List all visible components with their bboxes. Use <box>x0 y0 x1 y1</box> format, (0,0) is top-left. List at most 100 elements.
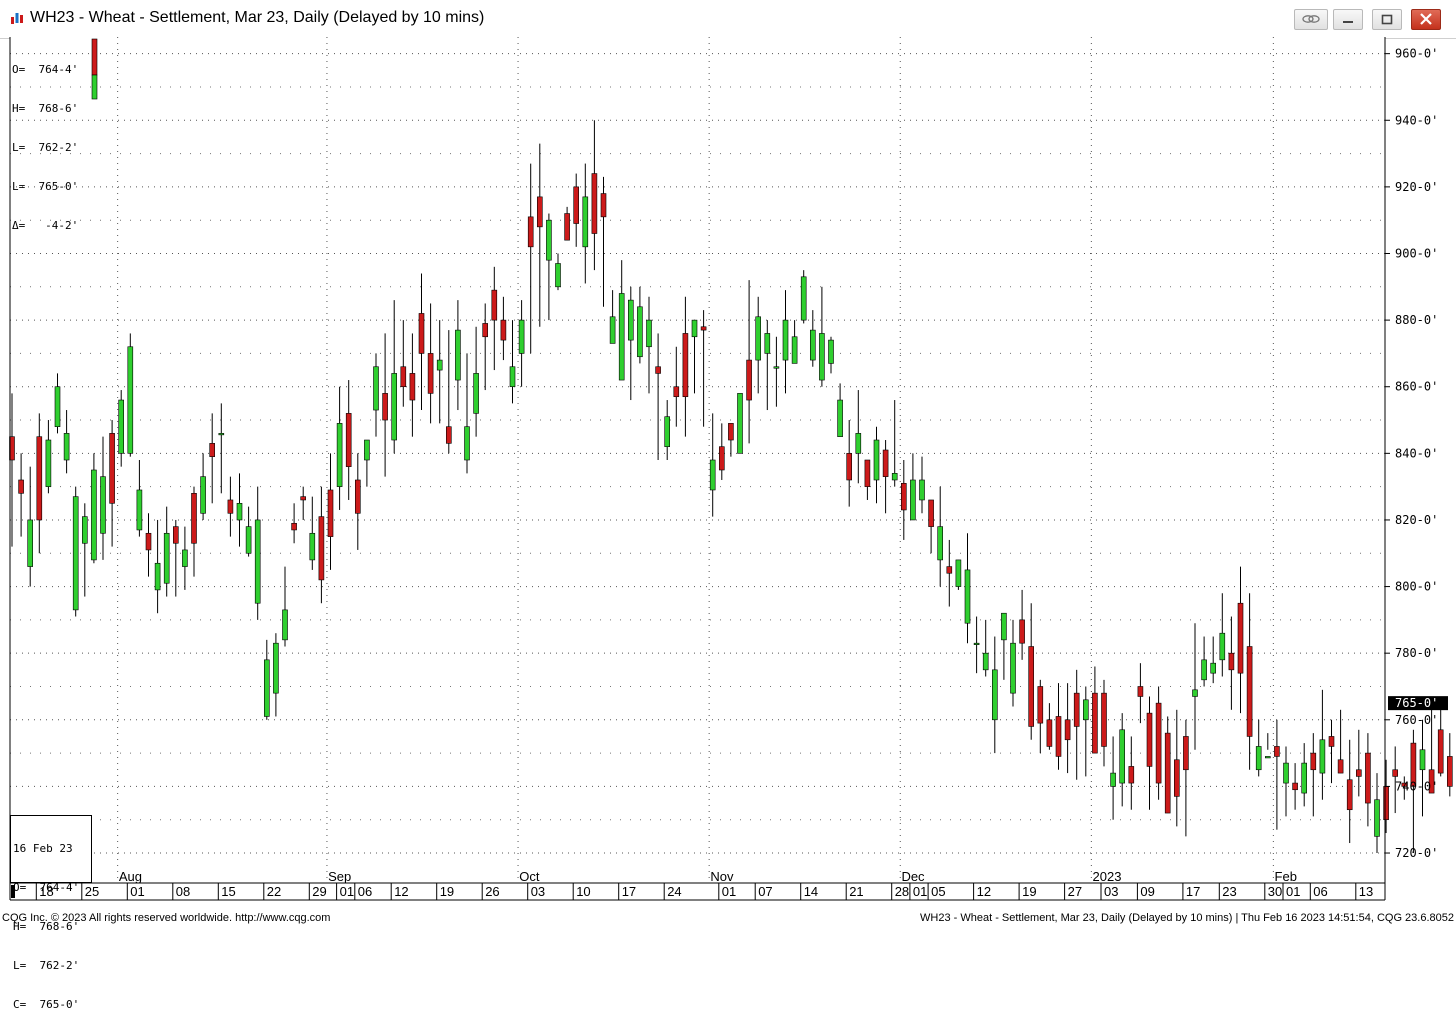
candle-body <box>609 316 616 344</box>
x-tick-label: 12 <box>394 884 408 899</box>
candle-body <box>891 473 898 481</box>
candle-body <box>1328 736 1335 747</box>
candle-body <box>373 366 379 411</box>
candle-body <box>91 469 97 561</box>
candle-body <box>1155 702 1162 784</box>
y-tick-label: 840-0' <box>1395 446 1438 460</box>
bar-close: C= 765-0' <box>13 998 80 1011</box>
candle-body <box>400 366 407 388</box>
x-tick-label: 24 <box>667 884 681 899</box>
candle-body <box>45 439 52 487</box>
candle-body <box>1192 689 1198 697</box>
candle-body <box>1110 772 1116 787</box>
x-month-label: Oct <box>519 869 540 884</box>
candle-body <box>864 459 871 487</box>
candle-body <box>1337 759 1344 774</box>
x-tick-label: 10 <box>576 884 590 899</box>
x-tick-label: 29 <box>312 884 326 899</box>
candle <box>127 333 134 457</box>
candle-body <box>564 213 570 241</box>
last-price-label: 765-0' <box>1395 696 1438 710</box>
candle-body <box>882 449 889 477</box>
candle-body <box>1019 619 1025 644</box>
candle <box>1155 686 1162 800</box>
candle <box>1437 709 1444 777</box>
candle-body <box>1001 612 1007 641</box>
candle-body <box>109 433 115 504</box>
candle-body <box>1265 756 1271 759</box>
candle-body <box>1365 752 1371 804</box>
candle-body <box>118 399 124 454</box>
candle-body <box>573 186 580 224</box>
y-tick-label: 920-0' <box>1395 180 1438 194</box>
candle-body <box>245 526 252 554</box>
candle-body <box>555 263 561 288</box>
candle-body <box>72 496 79 611</box>
x-tick-label: 26 <box>485 884 499 899</box>
change-readout: Δ= -4-2' <box>12 219 79 232</box>
candle-body <box>964 569 971 624</box>
candle-body <box>254 519 261 604</box>
candle-body <box>1174 759 1180 797</box>
candle-body <box>82 516 88 544</box>
y-tick-label: 760-0' <box>1395 713 1438 727</box>
bar-open: O= 764-4' <box>13 881 80 894</box>
candle-body <box>791 336 798 364</box>
candle-body <box>937 526 944 561</box>
plot-area <box>10 37 1385 883</box>
x-tick-label: 19 <box>440 884 454 899</box>
candle-body <box>1356 769 1362 777</box>
x-tick-label: 09 <box>1140 884 1154 899</box>
candle-body <box>473 373 479 414</box>
candle-body <box>919 479 925 501</box>
candle-body <box>263 659 270 717</box>
candle-body <box>700 326 707 331</box>
candle <box>955 559 962 590</box>
y-tick-label: 800-0' <box>1395 580 1438 594</box>
candle-body <box>191 493 197 544</box>
candle-body <box>800 276 807 321</box>
candle-body <box>18 479 24 494</box>
candle-body <box>746 359 752 401</box>
x-tick-label: 01 <box>913 884 927 899</box>
y-tick-label: 720-0' <box>1395 846 1438 860</box>
candle-body <box>1092 692 1098 754</box>
candle-body <box>627 299 634 341</box>
candle-body <box>145 532 152 551</box>
x-tick-label: 27 <box>1068 884 1082 899</box>
x-tick-label: 13 <box>1359 884 1373 899</box>
candle-body <box>1210 662 1216 674</box>
candle-body <box>910 479 916 521</box>
x-tick-label: 03 <box>1104 884 1118 899</box>
candle-body <box>455 329 461 381</box>
candle-body <box>418 313 425 354</box>
candle-body <box>509 366 516 388</box>
candle-body <box>1219 632 1226 661</box>
candle-body <box>273 642 279 694</box>
candle-body <box>345 413 352 467</box>
candle-body <box>646 319 652 348</box>
candle-body <box>1383 786 1389 821</box>
current-bar-down <box>91 38 98 76</box>
candle <box>1419 719 1426 817</box>
x-tick-label: 01 <box>130 884 144 899</box>
y-tick-label: 880-0' <box>1395 313 1438 327</box>
bar-date: 16 Feb 23 <box>13 842 73 855</box>
candle-body <box>436 359 443 371</box>
candle-body <box>327 489 334 537</box>
candle-body <box>982 652 989 671</box>
candle <box>72 486 79 617</box>
candle-body <box>1083 699 1089 721</box>
x-tick-label: 21 <box>849 884 863 899</box>
y-tick-label: 740-0' <box>1395 779 1438 793</box>
candle-body <box>764 333 771 354</box>
price-chart[interactable]: 960-0' 940-0' 920-0' 900-0' 880-0' 860-0' 840-… <box>0 0 1456 910</box>
candle-body <box>900 483 907 511</box>
candle-body <box>136 489 143 531</box>
bar-info-box: 16 Feb 23 O= 764-4' H= 768-6' L= 762-2' … <box>10 815 92 1011</box>
current-bar-up <box>91 74 98 100</box>
candle-body <box>1437 729 1444 774</box>
candle-body <box>63 433 70 461</box>
candle-body <box>819 333 825 381</box>
candle-body <box>227 499 234 514</box>
